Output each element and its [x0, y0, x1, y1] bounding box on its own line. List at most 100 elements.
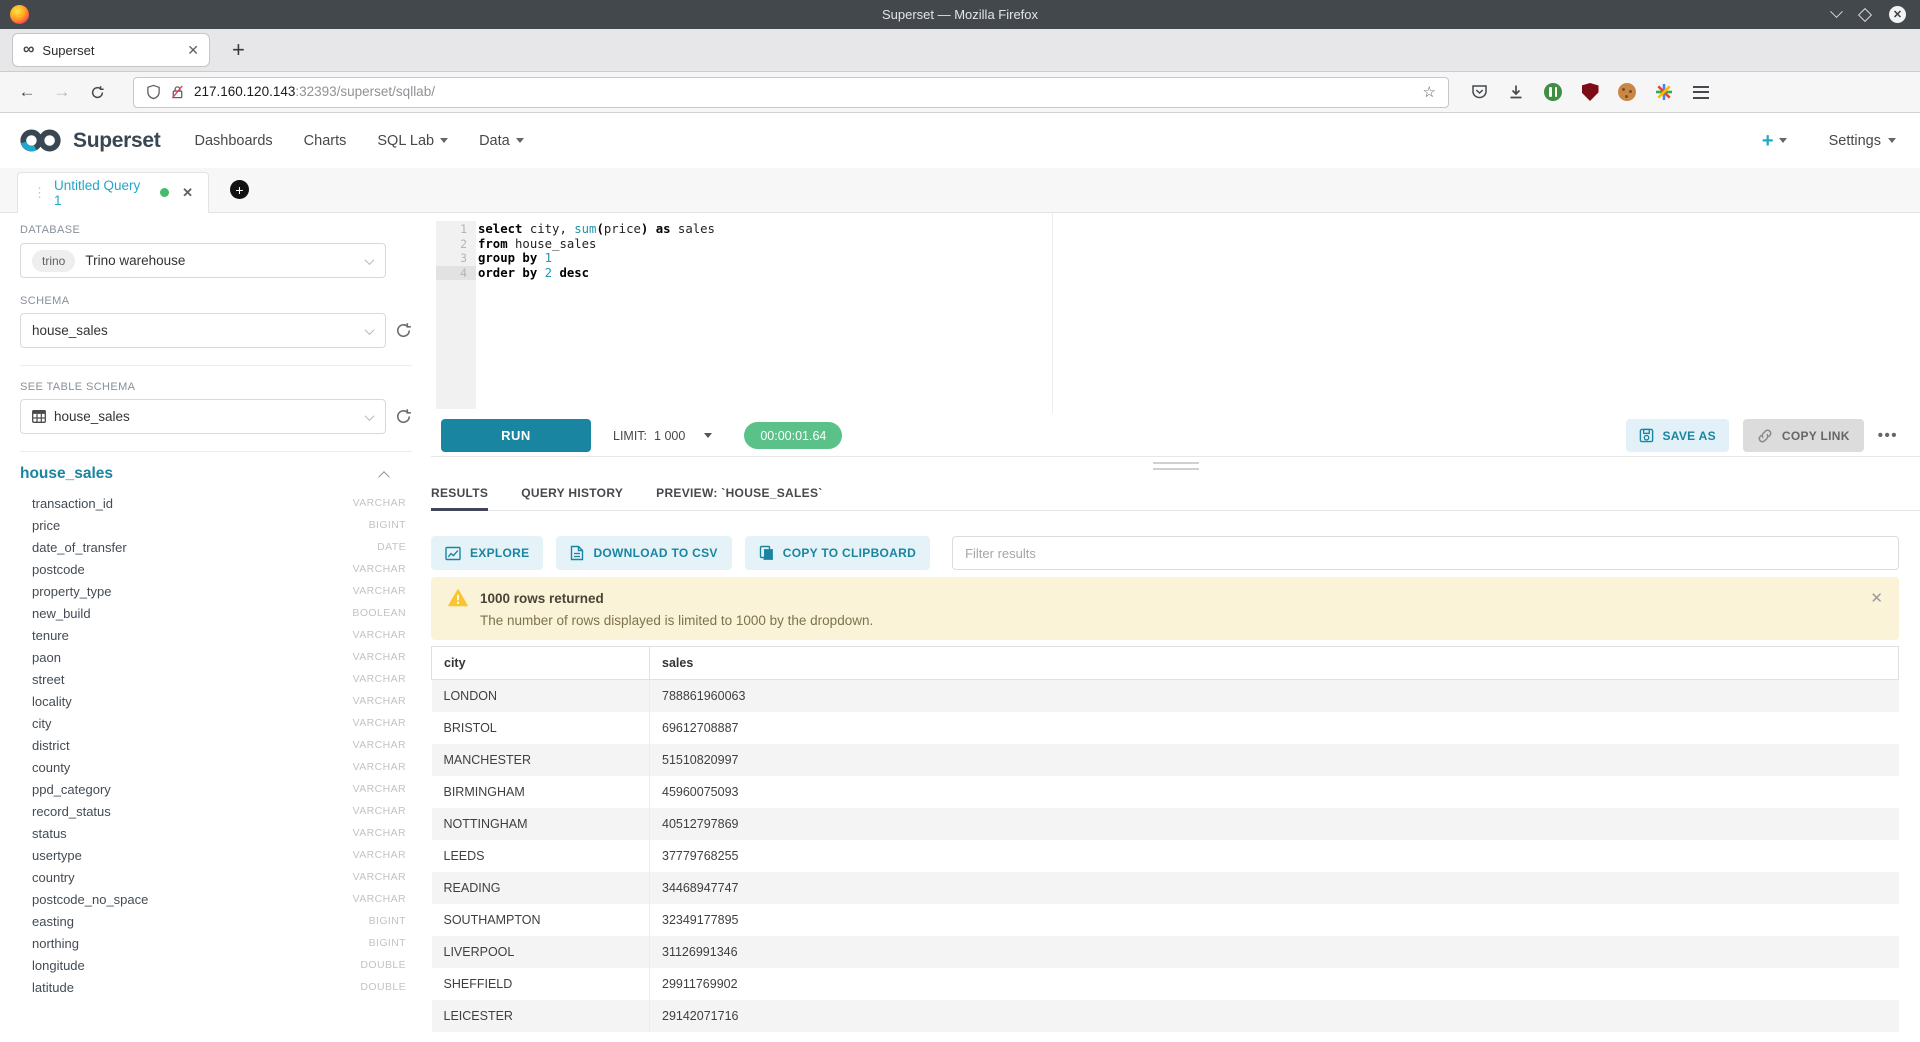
results-column-header-city[interactable]: city [432, 647, 650, 680]
limit-dropdown[interactable]: LIMIT: 1 000 [613, 429, 712, 443]
run-button[interactable]: RUN [441, 419, 591, 452]
refresh-table-icon[interactable] [395, 408, 412, 425]
url-bar[interactable]: 217.160.120.143:32393/superset/sqllab/ ☆ [133, 77, 1449, 108]
query-tab-close-icon[interactable]: ✕ [182, 185, 193, 201]
column-row-tenure[interactable]: tenureVARCHAR [20, 624, 406, 646]
alert-close-icon[interactable]: ✕ [1870, 589, 1883, 607]
extension-asterisk-icon[interactable] [1654, 82, 1674, 102]
lock-disabled-icon[interactable] [170, 84, 185, 100]
menu-icon[interactable] [1691, 82, 1711, 102]
filter-results-input[interactable] [952, 536, 1899, 570]
database-select[interactable]: trino Trino warehouse [20, 243, 386, 278]
table-schema-heading[interactable]: house_sales [20, 465, 113, 483]
table-row-sheffield[interactable]: SHEFFIELD29911769902 [432, 968, 1899, 1000]
column-row-northing[interactable]: northingBIGINT [20, 932, 406, 954]
new-tab-button[interactable]: + [232, 39, 245, 61]
download-to-csv-button[interactable]: DOWNLOAD TO CSV [556, 536, 731, 570]
column-row-record-status[interactable]: record_statusVARCHAR [20, 800, 406, 822]
pane-splitter[interactable] [431, 456, 1920, 457]
column-row-transaction-id[interactable]: transaction_idVARCHAR [20, 492, 406, 514]
column-row-status[interactable]: statusVARCHAR [20, 822, 406, 844]
table-row-bristol[interactable]: BRISTOL69612708887 [432, 712, 1899, 744]
editor-code[interactable]: select city, sum(price) as salesfrom hou… [478, 222, 715, 280]
table-row-london[interactable]: LONDON788861960063 [432, 680, 1899, 712]
column-row-usertype[interactable]: usertypeVARCHAR [20, 844, 406, 866]
table-row-liverpool[interactable]: LIVERPOOL31126991346 [432, 936, 1899, 968]
table-row-reading[interactable]: READING34468947747 [432, 872, 1899, 904]
results-tab-preview-house-sales[interactable]: PREVIEW: `HOUSE_SALES` [656, 475, 822, 511]
shield-icon[interactable] [146, 84, 161, 100]
refresh-schema-icon[interactable] [395, 322, 412, 339]
table-row-southampton[interactable]: SOUTHAMPTON32349177895 [432, 904, 1899, 936]
results-column-header-sales[interactable]: sales [650, 647, 1899, 680]
column-row-easting[interactable]: eastingBIGINT [20, 910, 406, 932]
table-row-leicester[interactable]: LEICESTER29142071716 [432, 1000, 1899, 1032]
splitter-drag-handle-icon[interactable] [1153, 462, 1199, 474]
sql-editor[interactable]: 1234 select city, sum(price) as salesfro… [431, 213, 1920, 413]
column-row-ppd-category[interactable]: ppd_categoryVARCHAR [20, 778, 406, 800]
results-table-body: LONDON788861960063BRISTOL69612708887MANC… [432, 680, 1899, 1032]
column-row-country[interactable]: countryVARCHAR [20, 866, 406, 888]
reload-icon[interactable] [84, 85, 110, 100]
back-icon[interactable]: ← [14, 82, 40, 102]
column-row-postcode[interactable]: postcodeVARCHAR [20, 558, 406, 580]
window-minimize-icon[interactable] [1830, 5, 1843, 18]
column-row-latitude[interactable]: latitudeDOUBLE [20, 976, 406, 998]
link-icon [1757, 428, 1773, 444]
column-row-locality[interactable]: localityVARCHAR [20, 690, 406, 712]
copy-link-button[interactable]: COPY LINK [1743, 419, 1864, 452]
tab-close-icon[interactable]: ✕ [187, 42, 199, 59]
forward-icon[interactable]: → [49, 82, 75, 102]
column-row-county[interactable]: countyVARCHAR [20, 756, 406, 778]
sql-toolbar: RUN LIMIT: 1 000 00:00:01.64 SAVE AS COP… [431, 413, 1920, 458]
more-actions-button[interactable]: ••• [1878, 427, 1898, 444]
collapse-chevron-up-icon[interactable] [378, 471, 389, 482]
url-path: :32393/superset/sqllab/ [295, 84, 435, 99]
add-new-button[interactable]: + [1762, 131, 1787, 151]
column-row-price[interactable]: priceBIGINT [20, 514, 406, 536]
nav-item-sql-lab[interactable]: SQL Lab [377, 133, 448, 149]
column-row-paon[interactable]: paonVARCHAR [20, 646, 406, 668]
copy-to-clipboard-button[interactable]: COPY TO CLIPBOARD [745, 536, 930, 570]
table-row-manchester[interactable]: MANCHESTER51510820997 [432, 744, 1899, 776]
column-row-property-type[interactable]: property_typeVARCHAR [20, 580, 406, 602]
database-value: Trino warehouse [85, 253, 185, 268]
drag-grip-icon[interactable]: ⋮ [33, 185, 45, 201]
ublock-icon[interactable] [1580, 82, 1600, 102]
table-row-leeds[interactable]: LEEDS37779768255 [432, 840, 1899, 872]
table-row-birmingham[interactable]: BIRMINGHAM45960075093 [432, 776, 1899, 808]
superset-logo[interactable]: Superset [18, 127, 160, 154]
save-as-button[interactable]: SAVE AS [1626, 419, 1728, 452]
table-select[interactable]: house_sales [20, 399, 386, 434]
chevron-down-icon [516, 138, 524, 143]
column-row-longitude[interactable]: longitudeDOUBLE [20, 954, 406, 976]
window-close-icon[interactable]: ✕ [1889, 6, 1906, 23]
column-row-city[interactable]: cityVARCHAR [20, 712, 406, 734]
explore-button[interactable]: EXPLORE [431, 536, 543, 570]
column-row-street[interactable]: streetVARCHAR [20, 668, 406, 690]
query-tab-active[interactable]: ⋮ Untitled Query 1 ✕ [17, 172, 209, 213]
chevron-down-icon [1779, 138, 1787, 143]
bookmark-star-icon[interactable]: ☆ [1423, 83, 1436, 101]
superset-navbar: Superset Dashboards Charts SQL Lab Data + S… [0, 113, 1920, 168]
copy-link-label: COPY LINK [1782, 429, 1850, 443]
column-row-postcode-no-space[interactable]: postcode_no_spaceVARCHAR [20, 888, 406, 910]
column-row-new-build[interactable]: new_buildBOOLEAN [20, 602, 406, 624]
privacy-badger-icon[interactable] [1543, 82, 1563, 102]
column-row-district[interactable]: districtVARCHAR [20, 734, 406, 756]
downloads-icon[interactable] [1506, 82, 1526, 102]
pocket-icon[interactable] [1469, 82, 1489, 102]
results-tab-results[interactable]: RESULTS [431, 475, 488, 511]
browser-tab[interactable]: ∞ Superset ✕ [12, 33, 210, 67]
nav-item-data[interactable]: Data [479, 133, 524, 149]
nav-item-dashboards[interactable]: Dashboards [194, 133, 272, 149]
column-row-date-of-transfer[interactable]: date_of_transferDATE [20, 536, 406, 558]
table-row-nottingham[interactable]: NOTTINGHAM40512797869 [432, 808, 1899, 840]
cookie-extension-icon[interactable] [1617, 82, 1637, 102]
results-tab-query-history[interactable]: QUERY HISTORY [521, 475, 623, 511]
settings-menu[interactable]: Settings [1829, 133, 1896, 149]
new-query-tab-button[interactable]: + [230, 180, 249, 199]
nav-item-charts[interactable]: Charts [304, 133, 347, 149]
schema-select[interactable]: house_sales [20, 313, 386, 348]
window-maximize-icon[interactable] [1858, 7, 1872, 21]
